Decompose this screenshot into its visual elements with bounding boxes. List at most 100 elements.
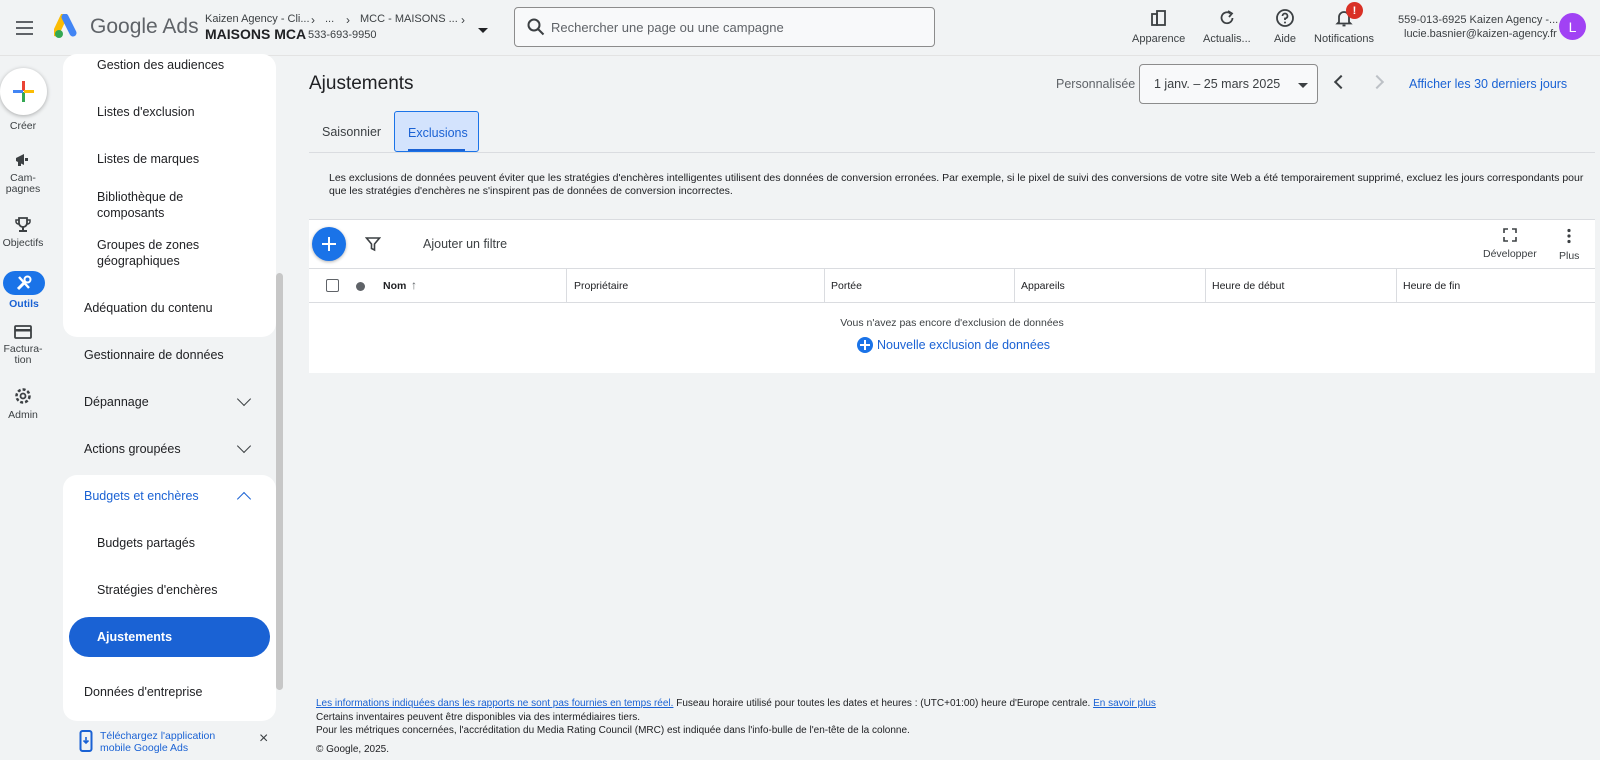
sidebar-item-location-groups[interactable]: Groupes de zones géographiques bbox=[97, 237, 227, 269]
tab-indicator bbox=[408, 149, 465, 151]
more-vert-icon bbox=[1567, 228, 1571, 244]
info-text: Les exclusions de données peuvent éviter… bbox=[329, 172, 1584, 197]
megaphone-icon bbox=[16, 154, 28, 166]
chevron-down-icon[interactable] bbox=[236, 391, 252, 407]
select-all-checkbox[interactable] bbox=[326, 279, 339, 292]
rail-admin[interactable]: Admin bbox=[0, 386, 46, 421]
sidebar-item-audiences[interactable]: Gestion des audiences bbox=[97, 57, 224, 73]
inventory-text: Certains inventaires peuvent être dispon… bbox=[316, 711, 641, 723]
column-end-time[interactable]: Heure de fin bbox=[1403, 280, 1460, 292]
date-mode-label: Personnalisée bbox=[1056, 77, 1136, 91]
gear-icon bbox=[15, 388, 31, 404]
breadcrumb-chevron-icon: › bbox=[461, 13, 465, 27]
new-exclusion-button[interactable]: Nouvelle exclusion de données bbox=[857, 337, 1050, 353]
page-title: Ajustements bbox=[309, 73, 414, 94]
footer: Les informations indiquées dans les rapp… bbox=[316, 697, 1156, 738]
mrc-text: Pour les métriques concernées, l'accrédi… bbox=[316, 725, 910, 736]
sidebar-item-asset-library[interactable]: Bibliothèque de composants bbox=[97, 189, 217, 221]
help-button[interactable]: Aide bbox=[1274, 4, 1296, 52]
tab-seasonality[interactable]: Saisonnier bbox=[322, 125, 381, 139]
sidebar-item-troubleshooting[interactable]: Dépannage bbox=[84, 394, 149, 410]
rail-billing[interactable]: Factura- tion bbox=[0, 324, 46, 366]
create-button[interactable] bbox=[0, 68, 47, 115]
credit-card-icon bbox=[14, 325, 32, 339]
learn-more-link[interactable]: En savoir plus bbox=[1093, 698, 1156, 709]
more-button[interactable]: Plus bbox=[1559, 228, 1579, 262]
sidebar-item-adjustments-label: Ajustements bbox=[97, 630, 173, 644]
breadcrumb-chevron-icon: › bbox=[346, 13, 350, 27]
user-email[interactable]: lucie.basnier@kaizen-agency.fr bbox=[1404, 28, 1557, 40]
download-app-text[interactable]: Téléchargez l'application mobile Google … bbox=[100, 730, 240, 754]
download-app-banner[interactable]: Téléchargez l'application mobile Google … bbox=[63, 724, 283, 758]
plus-icon bbox=[13, 81, 34, 102]
sidebar-item-content-suitability[interactable]: Adéquation du contenu bbox=[84, 300, 213, 316]
breadcrumb-item[interactable]: ... bbox=[325, 13, 334, 25]
rail-create-label: Créer bbox=[9, 120, 37, 132]
rail-tools[interactable]: Outils bbox=[1, 271, 47, 310]
sidebar-item-data-manager[interactable]: Gestionnaire de données bbox=[84, 347, 224, 363]
account-dropdown-icon[interactable] bbox=[478, 28, 488, 33]
rail-goals[interactable]: Objectifs bbox=[0, 216, 46, 249]
user-account[interactable]: 559-013-6925 Kaizen Agency -... bbox=[1398, 14, 1558, 26]
copyright: © Google, 2025. bbox=[316, 744, 389, 755]
brand-name[interactable]: Google Ads bbox=[90, 15, 199, 39]
plus-icon bbox=[322, 237, 336, 251]
exclusions-table: Ajouter un filtre Développer Plus Nom ↑ … bbox=[309, 219, 1595, 373]
sidebar-scrollbar[interactable] bbox=[276, 273, 283, 690]
previous-period-icon[interactable] bbox=[1333, 74, 1349, 90]
trophy-icon bbox=[15, 217, 31, 232]
column-devices[interactable]: Appareils bbox=[1021, 280, 1065, 292]
sidebar-item-shared-budgets[interactable]: Budgets partagés bbox=[97, 535, 195, 551]
add-circle-icon bbox=[857, 337, 873, 353]
google-ads-logo bbox=[54, 14, 77, 38]
sidebar-item-bid-strategies[interactable]: Stratégies d'enchères bbox=[97, 582, 218, 598]
last-30-days-link[interactable]: Afficher les 30 derniers jours bbox=[1409, 77, 1567, 91]
column-start-time[interactable]: Heure de début bbox=[1212, 280, 1284, 292]
tab-exclusions[interactable]: Exclusions bbox=[394, 111, 479, 152]
appearance-button[interactable]: Apparence bbox=[1132, 4, 1185, 52]
rail-campaigns[interactable]: Cam- pagnes bbox=[0, 151, 46, 195]
column-name[interactable]: Nom bbox=[383, 280, 406, 292]
help-icon bbox=[1274, 7, 1296, 29]
sidebar-item-brand-lists[interactable]: Listes de marques bbox=[97, 151, 199, 167]
breadcrumb-item[interactable]: Kaizen Agency - Cli... bbox=[205, 13, 310, 25]
date-range-selector[interactable]: 1 janv. – 25 mars 2025 bbox=[1139, 64, 1318, 104]
add-filter-button[interactable]: Ajouter un filtre bbox=[423, 237, 507, 251]
sort-arrow-up-icon[interactable]: ↑ bbox=[411, 278, 417, 292]
search-icon bbox=[527, 18, 545, 36]
close-icon[interactable]: × bbox=[259, 730, 268, 748]
chevron-down-icon[interactable] bbox=[236, 438, 252, 454]
table-header: Nom ↑ Propriétaire Portée Appareils Heur… bbox=[309, 268, 1595, 303]
add-button[interactable] bbox=[312, 227, 346, 261]
sidebar-item-business-data[interactable]: Données d'entreprise bbox=[84, 684, 202, 700]
sidebar-item-budgets-bidding[interactable]: Budgets et enchères bbox=[84, 488, 199, 504]
tabs-divider bbox=[309, 152, 1595, 153]
breadcrumb-chevron-icon: › bbox=[311, 13, 315, 27]
notifications-button[interactable]: Notifications ! bbox=[1313, 2, 1375, 52]
breadcrumb-item[interactable]: MCC - MAISONS ... bbox=[360, 13, 458, 25]
empty-state-text: Vous n'avez pas encore d'exclusion de do… bbox=[840, 317, 1064, 329]
sidebar-item-bulk-actions[interactable]: Actions groupées bbox=[84, 441, 181, 457]
column-owner[interactable]: Propriétaire bbox=[574, 280, 628, 292]
expand-button[interactable]: Développer bbox=[1483, 228, 1537, 260]
phone-icon bbox=[79, 730, 93, 752]
sidebar: Gestion des audiences Listes d'exclusion… bbox=[63, 54, 281, 721]
appearance-icon bbox=[1148, 7, 1170, 29]
sidebar-item-exclusion-lists[interactable]: Listes d'exclusion bbox=[97, 104, 195, 120]
notification-badge: ! bbox=[1346, 2, 1363, 19]
avatar[interactable]: L bbox=[1559, 13, 1586, 40]
top-bar: Google Ads Kaizen Agency - Cli... › ... … bbox=[0, 0, 1600, 56]
account-id: 533-693-9950 bbox=[308, 29, 377, 41]
filter-icon[interactable] bbox=[365, 236, 381, 252]
search-placeholder: Rechercher une page ou une campagne bbox=[551, 20, 784, 35]
timezone-text: Fuseau horaire utilisé pour toutes les d… bbox=[673, 698, 1094, 709]
search-input[interactable]: Rechercher une page ou une campagne bbox=[514, 7, 935, 47]
fullscreen-icon bbox=[1503, 228, 1517, 242]
next-period-icon[interactable] bbox=[1369, 74, 1385, 90]
account-name[interactable]: MAISONS MCA bbox=[205, 26, 306, 42]
status-icon bbox=[356, 282, 365, 291]
refresh-button[interactable]: Actualis... bbox=[1203, 4, 1251, 52]
column-scope[interactable]: Portée bbox=[831, 280, 862, 292]
menu-icon[interactable] bbox=[10, 14, 38, 42]
realtime-info-link[interactable]: Les informations indiquées dans les rapp… bbox=[316, 698, 673, 709]
